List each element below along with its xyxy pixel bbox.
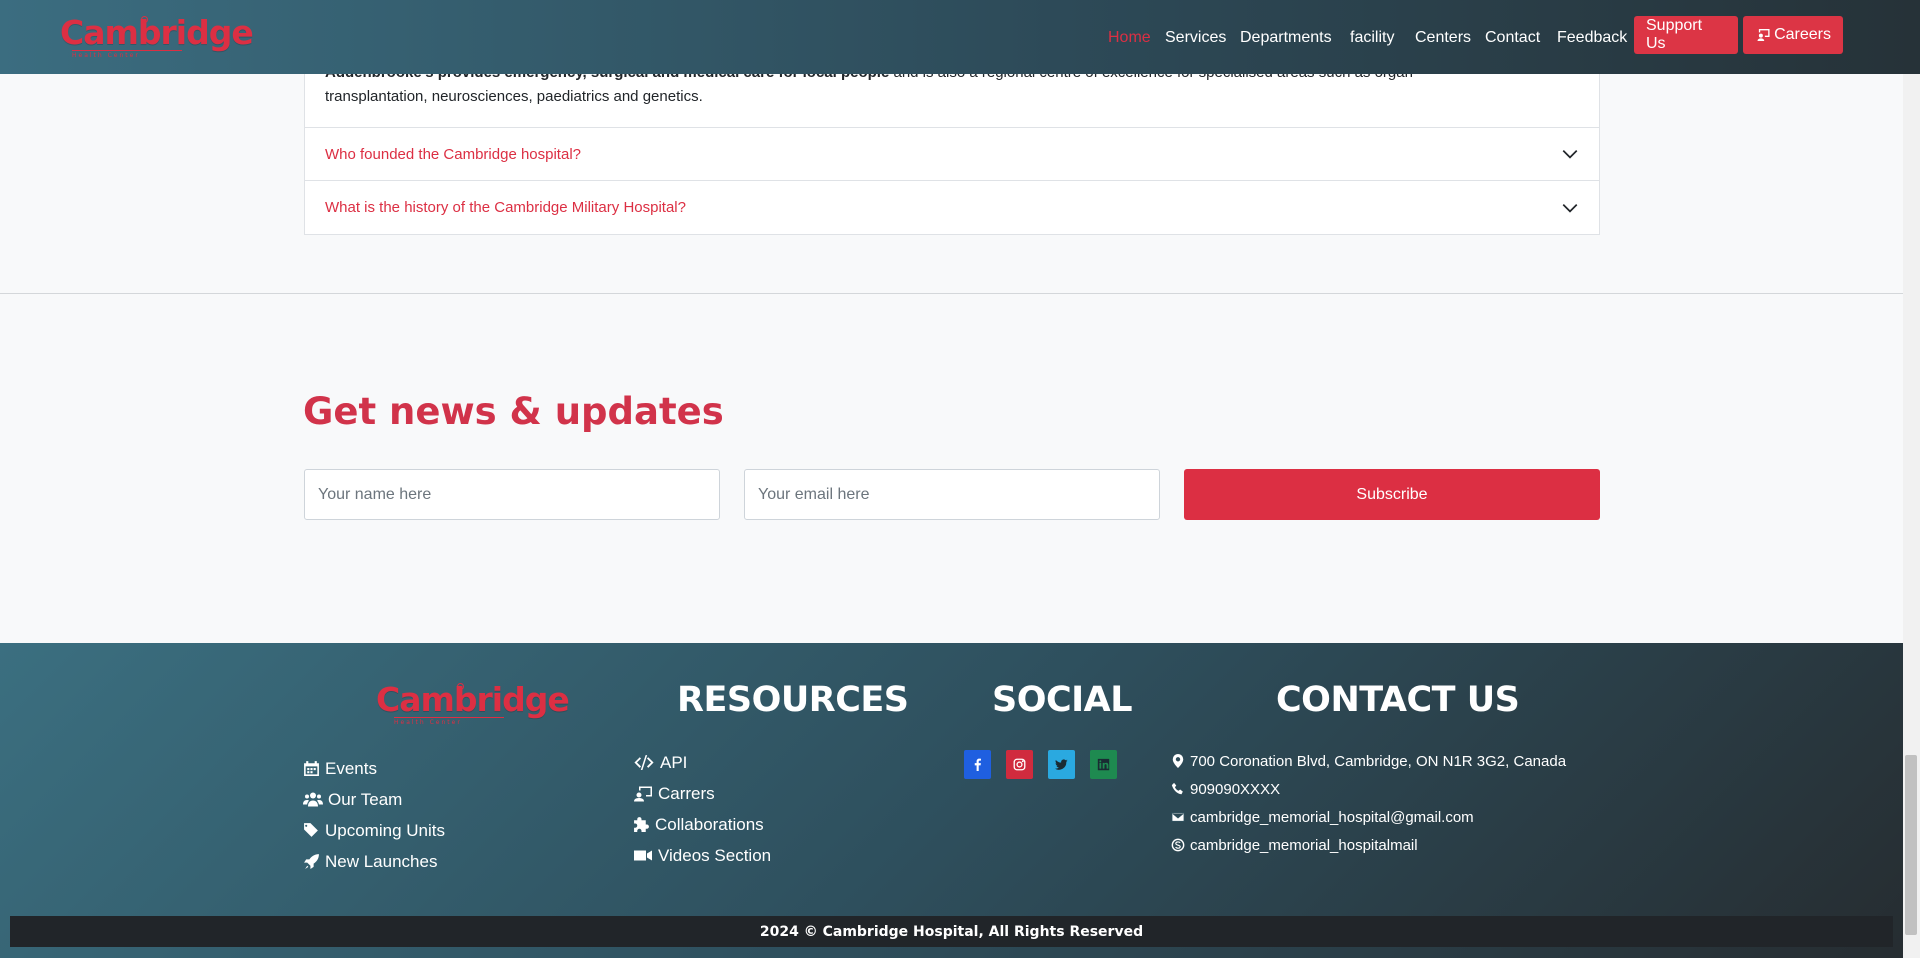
tags-icon [304,823,318,837]
social-heading: SOCIAL [992,680,1133,720]
copyright-bar: 2024 © Cambridge Hospital, All Rights Re… [10,916,1893,947]
contact-email-text: cambridge_memorial_hospital@gmail.com [1190,808,1474,826]
faq-answer-line2: transplantation, neurosciences, paediatr… [325,88,703,105]
contact-address: 700 Coronation Blvd, Cambridge, ON N1R 3… [1171,747,1566,775]
nav-centers[interactable]: Centers [1415,29,1471,47]
contact-phone-text: 909090XXXX [1190,780,1281,798]
faq-question: Who founded the Cambridge hospital? [325,145,581,163]
contact-heading: CONTACT US [1276,680,1520,720]
rocket-icon [304,854,319,869]
social-links [964,750,1132,779]
site-footer: Cambridge Health Center Events Our Team … [0,643,1920,958]
code-icon [634,755,654,770]
faq-item-founder[interactable]: Who founded the Cambridge hospital? [305,128,1599,181]
contact-skype-text: cambridge_memorial_hospitalmail [1190,836,1418,854]
faq-accordion: Addenbrooke's provides emergency, surgic… [304,52,1600,235]
linkedin-icon [1097,758,1110,771]
footer-link-events[interactable]: Events [303,753,445,784]
footer-link-label: New Launches [325,851,438,871]
footer-resources: API Carrers Collaborations Videos Sectio… [633,747,771,871]
footer-link-new-launches[interactable]: New Launches [303,846,445,877]
map-marker-icon [1172,754,1184,768]
chevron-down-icon [1562,203,1578,213]
resource-collaborations[interactable]: Collaborations [633,809,771,840]
contact-skype[interactable]: cambridge_memorial_hospitalmail [1171,831,1566,859]
careers-label: Careers [1774,26,1831,43]
chevron-down-icon [1562,150,1578,159]
resource-label: API [660,752,688,772]
instagram-icon [1013,758,1026,771]
email-input[interactable] [744,469,1160,520]
nav-home[interactable]: Home [1108,29,1151,47]
footer-link-label: Events [325,758,377,778]
facebook-button[interactable] [964,750,991,779]
faq-item-history[interactable]: What is the history of the Cambridge Mil… [305,181,1599,234]
resource-label: Videos Section [658,845,772,865]
envelope-icon [1171,812,1185,822]
top-navbar: Cambridge Health Center Home Services De… [0,0,1920,74]
resource-videos-section[interactable]: Videos Section [633,840,771,871]
subscribe-button[interactable]: Subscribe [1184,469,1600,520]
instagram-button[interactable] [1006,750,1033,779]
resource-label: Carrers [658,783,715,803]
footer-logo[interactable]: Cambridge Health Center [376,683,570,726]
section-divider [0,293,1920,294]
footer-link-label: Our Team [328,789,403,809]
nav-services[interactable]: Services [1165,29,1226,47]
resources-heading: RESOURCES [677,680,909,720]
calendar-icon [304,761,319,776]
facebook-icon [974,758,981,771]
skype-icon [1171,838,1185,852]
users-icon [303,792,323,807]
footer-link-upcoming-units[interactable]: Upcoming Units [303,815,445,846]
careers-icon [1757,29,1770,41]
contact-email[interactable]: cambridge_memorial_hospital@gmail.com [1171,803,1566,831]
careers-button[interactable]: Careers [1743,16,1843,54]
name-input[interactable] [304,469,720,520]
nav-feedback[interactable]: Feedback [1557,29,1627,47]
resource-carrers[interactable]: Carrers [633,778,771,809]
nav-contact[interactable]: Contact [1485,29,1540,47]
contact-details: 700 Coronation Blvd, Cambridge, ON N1R 3… [1171,747,1566,859]
nav-facility[interactable]: facility [1350,29,1394,47]
faq-question: What is the history of the Cambridge Mil… [325,199,686,216]
twitter-button[interactable] [1048,750,1075,779]
linkedin-button[interactable] [1090,750,1117,779]
nav-departments[interactable]: Departments [1240,29,1332,47]
brand-wordmark: Cambridge [60,13,254,52]
brand-logo[interactable]: Cambridge Health Center [60,13,254,59]
resource-label: Collaborations [655,814,764,834]
video-icon [634,850,652,861]
phone-icon [1171,782,1183,795]
footer-link-our-team[interactable]: Our Team [303,784,445,815]
contact-phone: 909090XXXX [1171,775,1566,803]
twitter-icon [1055,759,1068,770]
footer-quick-links: Events Our Team Upcoming Units New Launc… [303,753,445,877]
chalkboard-user-icon [634,786,652,802]
logo-dot [457,683,464,690]
logo-dot [141,16,148,23]
resource-api[interactable]: API [633,747,771,778]
newsletter-title: Get news & updates [303,390,724,433]
support-us-button[interactable]: Support Us [1634,16,1738,54]
page-scrollbar-thumb[interactable] [1905,755,1917,935]
contact-address-text: 700 Coronation Blvd, Cambridge, ON N1R 3… [1190,752,1567,770]
puzzle-piece-icon [634,817,649,832]
footer-link-label: Upcoming Units [325,820,445,840]
